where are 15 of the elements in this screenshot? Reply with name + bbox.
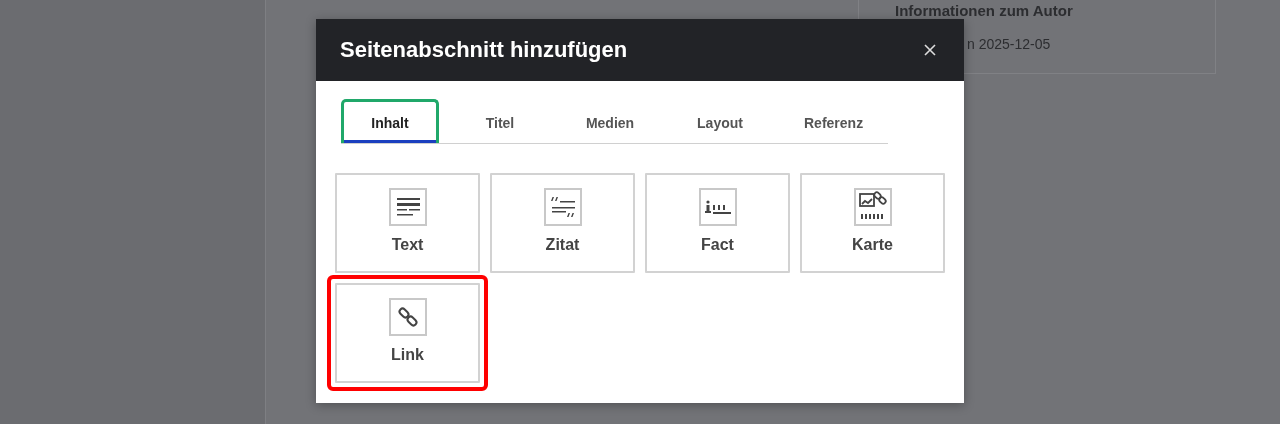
text-lines-icon: [388, 188, 427, 226]
fact-icon: [698, 188, 737, 226]
image-link-icon: [853, 188, 892, 226]
author-card-title: Informationen zum Autor: [895, 2, 1073, 19]
quote-icon: [543, 188, 582, 226]
author-card-date: n 2025-12-05: [967, 36, 1051, 52]
link-icon: [388, 298, 427, 336]
section-type-tile[interactable]: Text: [335, 173, 480, 273]
section-type-tile[interactable]: Link: [335, 283, 480, 383]
tab[interactable]: Inhalt: [341, 99, 439, 143]
close-icon: [924, 44, 936, 56]
dialog-title: Seitenabschnitt hinzufügen: [340, 37, 628, 63]
section-type-tile[interactable]: Fact: [645, 173, 790, 273]
section-type-tile[interactable]: Zitat: [490, 173, 635, 273]
section-type-tile[interactable]: Karte: [800, 173, 945, 273]
